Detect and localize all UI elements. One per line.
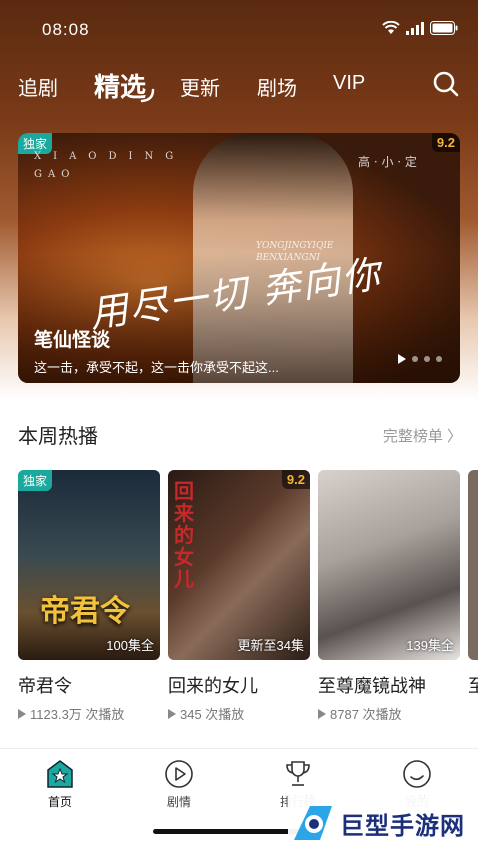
play-circle-icon: [165, 760, 193, 788]
bottom-nav-label: 首页: [47, 795, 72, 809]
full-ranking-link[interactable]: 完整榜单 〉: [383, 425, 462, 446]
banner-credit: 高 · 小 · 定: [358, 155, 417, 169]
signal-icon: [406, 22, 424, 35]
status-bar: 08:08: [0, 0, 478, 58]
weekly-hot-list: 独家 帝君令 100集全 帝君令 1123.3万 次播放 回来的女儿 9.2 更…: [18, 470, 478, 730]
drama-title: 至: [468, 676, 478, 696]
tab-vip[interactable]: VIP: [333, 72, 365, 95]
section-title: 本周热播: [18, 426, 98, 448]
drama-card[interactable]: 独家 帝君令 100集全 帝君令 1123.3万 次播放: [18, 470, 160, 723]
tab-following[interactable]: 追剧: [18, 72, 58, 101]
play-count: 1123.3万 次播放: [18, 704, 160, 723]
play-count-icon: [168, 708, 176, 719]
drama-poster: [468, 470, 478, 660]
home-star-icon: [47, 760, 73, 788]
drama-card[interactable]: 回来的女儿 9.2 更新至34集 回来的女儿 345 次播放: [168, 470, 310, 723]
featured-banner[interactable]: 独家 9.2 XIAODING GAO 高 · 小 · 定 YONGJINGYI…: [18, 133, 460, 383]
banner-description: 这一击，承受不起，这一击你承受不起这...: [34, 360, 279, 375]
play-count-text: 345 次播放: [180, 707, 245, 722]
episode-count: 100集全: [106, 638, 154, 653]
drama-poster: 独家 帝君令 100集全: [18, 470, 160, 660]
exclusive-badge: 独家: [18, 470, 53, 491]
drama-card[interactable]: 至: [468, 470, 478, 698]
top-nav: 追剧 精选 更新 剧场 VIP: [0, 62, 478, 108]
carousel-dot: [424, 356, 430, 362]
carousel-indicator[interactable]: [398, 354, 442, 364]
status-icons: [382, 21, 458, 35]
tab-theater[interactable]: 剧场: [257, 72, 297, 101]
play-count-text: 8787 次播放: [330, 707, 402, 722]
drama-card[interactable]: 139集全 至尊魔镜战神 8787 次播放: [318, 470, 460, 723]
play-count: 345 次播放: [168, 704, 310, 723]
banner-pinyin-gao: GAO: [34, 169, 76, 180]
active-tab-indicator: [140, 88, 155, 103]
bottom-nav-drama[interactable]: 剧情: [139, 759, 219, 810]
play-count-icon: [318, 708, 326, 719]
poster-title-art: 回来的女儿: [174, 479, 194, 591]
watermark-logo-icon: [294, 806, 332, 840]
status-time: 08:08: [42, 20, 90, 39]
poster-title-art: 帝君令: [40, 594, 130, 629]
drama-poster: 139集全: [318, 470, 460, 660]
search-icon[interactable]: [432, 70, 460, 98]
battery-icon: [430, 21, 458, 35]
watermark-text: 巨型手游网: [340, 812, 465, 840]
trophy-icon: [286, 761, 310, 786]
carousel-active-play-icon: [398, 354, 406, 364]
episode-count: 更新至34集: [237, 638, 304, 653]
site-watermark: 巨型手游网: [288, 796, 478, 850]
tab-featured[interactable]: 精选: [94, 67, 146, 104]
banner-title: 笔仙怪谈: [34, 330, 111, 351]
bottom-nav-home[interactable]: 首页: [20, 759, 100, 810]
drama-title: 帝君令: [18, 676, 72, 696]
weekly-hot-header: 本周热播 完整榜单 〉: [18, 420, 462, 450]
play-count-icon: [18, 708, 26, 719]
play-count-text: 1123.3万 次播放: [30, 707, 125, 722]
drama-title: 至尊魔镜战神: [318, 676, 426, 696]
rating-badge: 9.2: [431, 133, 460, 152]
drama-title: 回来的女儿: [168, 676, 258, 696]
drama-poster: 回来的女儿 9.2 更新至34集: [168, 470, 310, 660]
episode-count: 139集全: [406, 638, 454, 653]
profile-icon: [403, 760, 431, 788]
play-count: 8787 次播放: [318, 704, 460, 723]
banner-pinyin-top: XIAODING: [34, 151, 186, 162]
carousel-dot: [412, 356, 418, 362]
tab-updates[interactable]: 更新: [180, 72, 220, 101]
rating-badge: 9.2: [281, 470, 310, 489]
wifi-icon: [382, 21, 400, 34]
bottom-nav-label: 剧情: [166, 795, 191, 809]
carousel-dot: [436, 356, 442, 362]
